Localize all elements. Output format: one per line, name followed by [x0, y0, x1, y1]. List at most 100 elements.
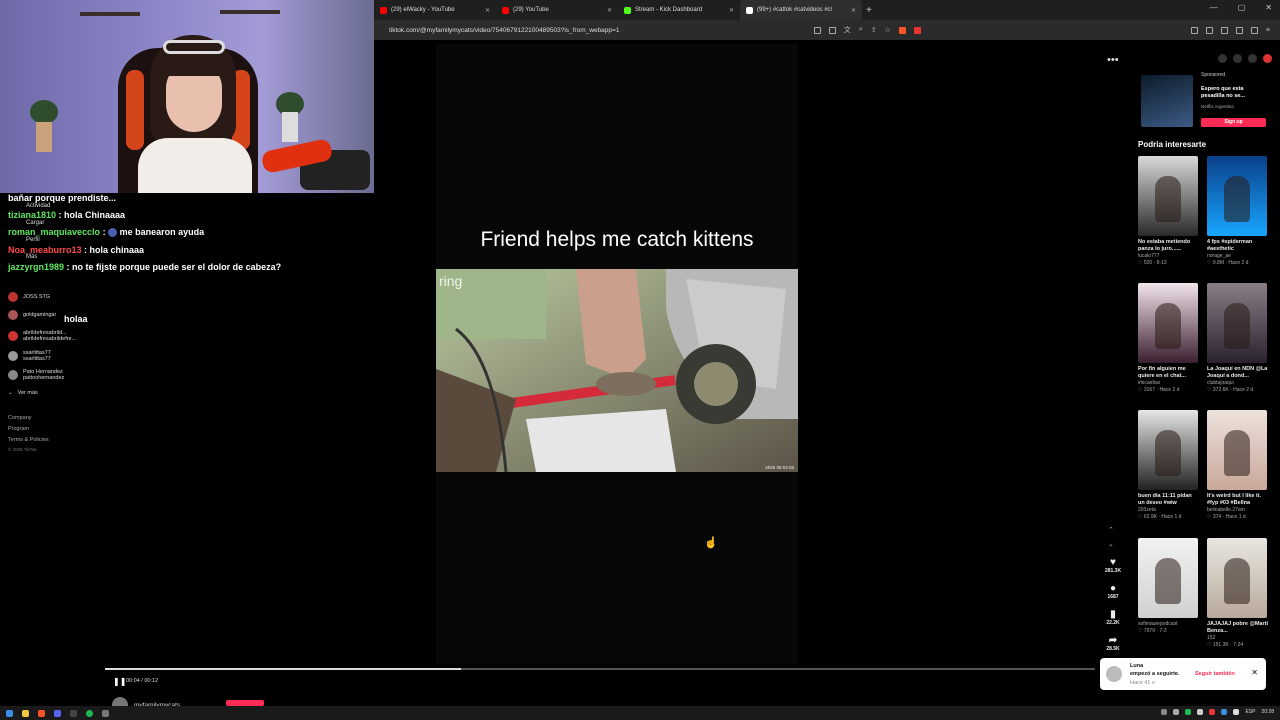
maximize-icon[interactable]: ▢: [1238, 3, 1246, 12]
recommended-video-card[interactable]: No estaba metiendo panza lo juro...... lu…: [1138, 156, 1200, 267]
spotify-icon[interactable]: [86, 709, 93, 717]
video-card-author: clubtajoaqui: [1207, 380, 1234, 386]
recommended-video-card[interactable]: buen dia 11:11 pidan un deseo #wiw 203zet…: [1138, 410, 1200, 521]
video-frame[interactable]: ring 2025 05:04:03: [436, 269, 798, 472]
zoom-icon[interactable]: ⌕: [859, 26, 863, 34]
new-tab-button[interactable]: +: [866, 5, 872, 16]
follow-back-button[interactable]: Seguir también: [1195, 671, 1235, 677]
recommended-video-card[interactable]: 4 fps #spiderman #aesthetic norage_ae ♡ 9.…: [1207, 156, 1269, 267]
video-card-stats: ♡ 3167 · Hace 2 d: [1138, 387, 1180, 393]
discord-icon[interactable]: [54, 709, 61, 717]
close-tab-icon[interactable]: ✕: [729, 7, 734, 14]
obs-icon[interactable]: [70, 709, 77, 717]
tab-youtube-elwacky[interactable]: (29) elWacky - YouTube ✕: [374, 0, 496, 20]
settings-icon[interactable]: [102, 709, 109, 717]
next-video-icon[interactable]: ⌄: [1108, 538, 1114, 552]
file-explorer-icon[interactable]: [22, 709, 29, 717]
video-thumbnail: [1138, 538, 1198, 618]
share-page-icon[interactable]: ⇪: [871, 26, 877, 34]
following-item[interactable]: Pato Hernandez pattoohernandez: [8, 369, 64, 381]
menu-item-activity[interactable]: Actividad: [26, 203, 50, 209]
url-field[interactable]: tiktok.com/@myfamilymycats/video/7540679…: [389, 27, 814, 34]
brave-icon[interactable]: [38, 709, 45, 717]
translate-icon[interactable]: 文: [844, 25, 851, 35]
close-icon[interactable]: ✕: [1251, 668, 1258, 677]
comment-button[interactable]: ● 1687: [1100, 583, 1126, 601]
sponsored-ad[interactable]: Sponsored Espero que esta pesadilla no s…: [1141, 70, 1271, 130]
download-icon[interactable]: [1248, 54, 1257, 63]
chat-message: holaa: [64, 314, 88, 324]
menu-icon[interactable]: ≡: [1266, 27, 1270, 34]
chat-message: roman_maquiavecclo : me banearon ayuda: [8, 227, 204, 238]
following-item[interactable]: ssarlittas77 ssarlittas77: [8, 350, 51, 362]
chat-message: bañar porque prendiste...: [8, 193, 116, 203]
video-card-stats: ♡ 9.8M · Hace 2 d: [1207, 260, 1249, 266]
follow-notification-toast[interactable]: Luna empezó a seguirte. Hace 41 s Seguir…: [1100, 658, 1266, 690]
tab-tiktok[interactable]: (99+) #cattok #catvideos #cl ✕: [740, 0, 862, 20]
close-tab-icon[interactable]: ✕: [485, 7, 490, 14]
mute-icon[interactable]: [813, 26, 821, 34]
menu-item-upload[interactable]: Cargar: [26, 220, 44, 226]
clock[interactable]: 20:28: [1261, 709, 1274, 715]
following-item[interactable]: goldgamingar: [8, 310, 56, 320]
share-button[interactable]: ➦ 28.5K: [1100, 635, 1126, 653]
mouse-cursor-icon: ☝: [704, 537, 718, 549]
pause-icon[interactable]: ❚❚: [113, 677, 126, 686]
close-tab-icon[interactable]: ✕: [851, 7, 856, 14]
ad-signup-button[interactable]: Sign up: [1201, 118, 1266, 127]
close-tab-icon[interactable]: ✕: [607, 7, 612, 14]
tray-app-icon[interactable]: [1221, 709, 1228, 715]
video-card-author: sofimaurepodcast: [1138, 621, 1178, 627]
footer-link-company[interactable]: Company: [8, 415, 32, 421]
following-name: JOSS STG: [23, 294, 51, 300]
menu-item-more[interactable]: Más: [26, 254, 37, 260]
tray-app-icon[interactable]: [1161, 709, 1168, 715]
downloads-icon[interactable]: [1235, 26, 1243, 34]
video-thumbnail: [1207, 156, 1267, 236]
volume-icon[interactable]: [1233, 709, 1240, 715]
video-progress-bar[interactable]: [105, 668, 1095, 670]
bookmark-button[interactable]: ▮ 22.2K: [1100, 610, 1126, 627]
following-item[interactable]: JOSS STG: [8, 292, 50, 302]
tray-app-icon[interactable]: [1209, 709, 1216, 715]
recommended-video-card[interactable]: JAJAJAJ pobre @Marti Benza... 152 ♡ 151.3K…: [1207, 538, 1269, 649]
language-indicator[interactable]: ESP: [1245, 709, 1255, 715]
like-button[interactable]: ♥ 281.3K: [1100, 558, 1126, 575]
brave-rewards-icon[interactable]: [913, 26, 921, 34]
windows-start-icon[interactable]: [6, 709, 13, 717]
minimize-icon[interactable]: —: [1210, 3, 1218, 12]
footer-link-program[interactable]: Program: [8, 426, 29, 432]
cast-icon[interactable]: [828, 26, 836, 34]
tab-kick-dashboard[interactable]: Stream - Kick Dashboard ✕: [618, 0, 740, 20]
tray-app-icon[interactable]: [1173, 709, 1180, 715]
recommended-video-card[interactable]: sofimaurepodcast ♡ 7979 · 7-2: [1138, 538, 1200, 635]
close-window-icon[interactable]: ✕: [1265, 3, 1272, 12]
more-options-icon[interactable]: •••: [1107, 54, 1119, 66]
extensions-icon[interactable]: [1205, 26, 1213, 34]
video-card-title: It's weird but I like it. #fyp #03 #Bell…: [1207, 493, 1261, 506]
video-timecode: 00:04 / 00:12: [126, 678, 159, 684]
phone-icon[interactable]: [1233, 54, 1242, 63]
vpn-icon[interactable]: [1250, 26, 1258, 34]
see-more-link[interactable]: ⌄ Ver más: [8, 390, 38, 396]
sidebar-icon[interactable]: [1190, 26, 1198, 34]
previous-video-icon[interactable]: ⌃: [1108, 524, 1114, 538]
tab-youtube[interactable]: (29) YouTube ✕: [496, 0, 618, 20]
following-item[interactable]: abrildefresabrild... abrildefresabrildefr…: [8, 330, 76, 342]
recommended-video-card[interactable]: It's weird but I like it. #fyp #03 #Bell…: [1207, 410, 1269, 521]
profile-avatar[interactable]: [1263, 54, 1272, 63]
inbox-icon[interactable]: [1218, 54, 1227, 63]
video-card-title: No estaba metiendo panza lo juro......: [1138, 239, 1191, 252]
tray-spotify-icon[interactable]: [1185, 709, 1192, 715]
wallet-icon[interactable]: [1220, 26, 1228, 34]
video-thumbnail: [1207, 538, 1267, 618]
footer-link-terms[interactable]: Terms & Policies: [8, 437, 49, 443]
share-icon: ➦: [1108, 635, 1118, 646]
comment-icon: ●: [1109, 583, 1117, 594]
menu-item-profile[interactable]: Perfil: [26, 237, 40, 243]
brave-shield-icon[interactable]: [898, 26, 906, 34]
recommended-video-card[interactable]: Por fin alguien me quiere en el chat... i…: [1138, 283, 1200, 394]
recommended-video-card[interactable]: La Joaquí en NDN @La Joaquí a dond... clu…: [1207, 283, 1269, 394]
tray-app-icon[interactable]: [1197, 709, 1204, 715]
bookmark-star-icon[interactable]: ☆: [885, 26, 891, 34]
